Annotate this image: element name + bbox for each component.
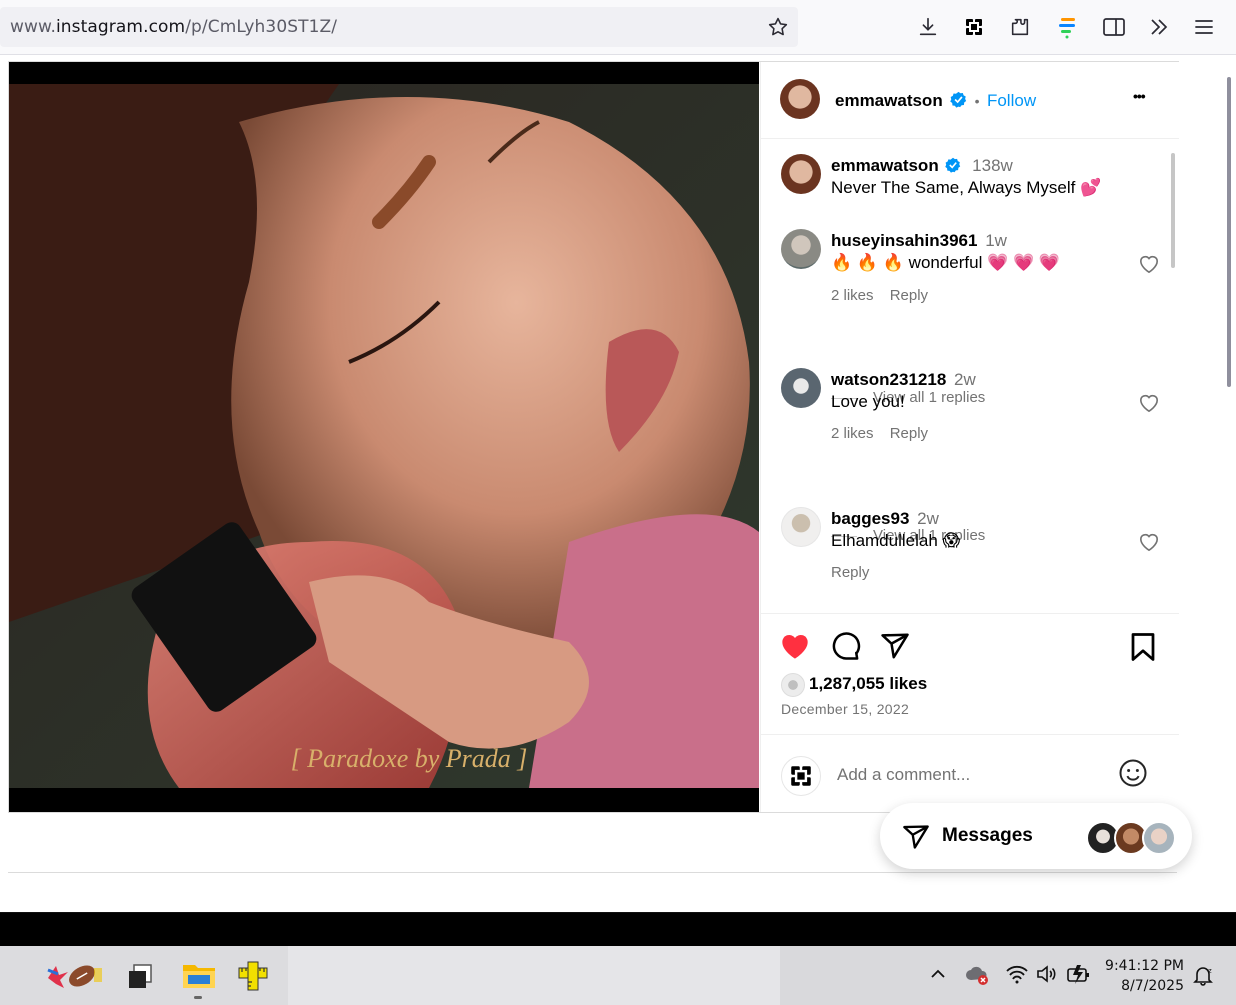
- comment-avatar[interactable]: [781, 507, 821, 547]
- comment-bubble-icon[interactable]: [830, 631, 862, 661]
- comments-scrollbar[interactable]: [1171, 153, 1175, 268]
- messages-button[interactable]: Messages: [880, 803, 1192, 869]
- notifications-bell-icon[interactable]: z: [1192, 964, 1214, 991]
- comment-time: 2w: [917, 509, 939, 528]
- follow-button[interactable]: Follow: [987, 91, 1036, 110]
- hamburger-menu-icon[interactable]: [1191, 14, 1217, 40]
- comment-like-heart-icon[interactable]: [1138, 393, 1160, 413]
- add-comment-input[interactable]: Add a comment...: [837, 765, 970, 785]
- author-username[interactable]: emmawatson: [835, 91, 943, 110]
- messages-paper-plane-icon: [903, 825, 929, 849]
- messages-label: Messages: [942, 825, 1033, 846]
- comment-likes[interactable]: 2 likes: [831, 425, 874, 442]
- verified-badge-icon: [950, 91, 967, 108]
- post-media[interactable]: [ Paradoxe by Prada ]: [9, 62, 759, 812]
- post-actions: 1,287,055 likes December 15, 2022 Add a …: [761, 613, 1179, 813]
- message-contact-avatar: [1142, 821, 1176, 855]
- extensions-puzzle-icon[interactable]: [1007, 14, 1033, 40]
- downloads-icon[interactable]: [915, 14, 941, 40]
- reply-button[interactable]: Reply: [831, 564, 869, 581]
- browser-window: www.instagram.com/p/CmLyh30ST1Z/ [Parad…: [0, 0, 1236, 913]
- comment-text: Elhamdullelah 😱: [831, 531, 961, 550]
- clock-time: 9:41:12 PM: [1105, 958, 1184, 974]
- taskbar-spacer: [288, 946, 780, 1005]
- volume-icon[interactable]: [1036, 964, 1058, 989]
- svg-text:z: z: [1208, 967, 1212, 975]
- taskbar: 9:41:12 PM 8/7/2025 z: [0, 946, 1236, 1005]
- caption-avatar[interactable]: [781, 154, 821, 194]
- save-bookmark-icon[interactable]: [1129, 632, 1157, 662]
- comment-avatar[interactable]: [781, 368, 821, 408]
- colorful-stack-icon[interactable]: [1054, 14, 1080, 40]
- page-scrollbar[interactable]: [1224, 55, 1236, 912]
- clock-date: 8/7/2025: [1121, 978, 1184, 994]
- active-app-indicator: [194, 996, 202, 999]
- emoji-smiley-icon[interactable]: [1118, 758, 1148, 788]
- address-bar[interactable]: www.instagram.com/p/CmLyh30ST1Z/: [0, 7, 798, 47]
- header-separator: •: [974, 93, 980, 109]
- comment-avatar[interactable]: [781, 229, 821, 269]
- page-scrollbar-thumb[interactable]: [1227, 77, 1231, 387]
- cloud-error-icon[interactable]: [965, 964, 991, 991]
- reply-button[interactable]: Reply: [890, 287, 928, 304]
- extension-grid-icon[interactable]: [961, 14, 987, 40]
- current-user-avatar[interactable]: [781, 756, 821, 796]
- post-header: emmawatson • Follow •••: [761, 62, 1179, 139]
- task-view-icon[interactable]: [126, 962, 154, 995]
- like-heart-icon[interactable]: [779, 631, 811, 661]
- grid-pattern-icon: [791, 766, 811, 786]
- post-side-panel: emmawatson • Follow ••• emmawatson 138w: [760, 62, 1179, 812]
- battery-charging-icon[interactable]: [1066, 963, 1092, 990]
- sidebar-toggle-icon[interactable]: [1101, 14, 1127, 40]
- author-avatar[interactable]: [780, 79, 820, 119]
- browser-toolbar: www.instagram.com/p/CmLyh30ST1Z/: [0, 0, 1236, 55]
- likes-count[interactable]: 1,287,055 likes: [809, 674, 927, 694]
- caption-time: 138w: [972, 156, 1013, 175]
- sports-widget-icon[interactable]: [44, 960, 108, 990]
- add-comment-row: Add a comment...: [761, 734, 1179, 814]
- file-explorer-icon[interactable]: [182, 960, 216, 995]
- share-paper-plane-icon[interactable]: [879, 631, 911, 661]
- wifi-icon[interactable]: [1005, 964, 1029, 989]
- comment-username[interactable]: huseyinsahin3961: [831, 231, 977, 250]
- post-container: [ Paradoxe by Prada ] emmawatson • Follo…: [8, 61, 1179, 813]
- more-options-icon[interactable]: •••: [1133, 88, 1146, 104]
- caption-text: Never The Same, Always Myself 💕: [831, 178, 1102, 197]
- ruler-tool-icon[interactable]: [237, 960, 269, 997]
- url-text[interactable]: www.instagram.com/p/CmLyh30ST1Z/: [10, 17, 337, 37]
- comments-list[interactable]: emmawatson 138w Never The Same, Always M…: [761, 139, 1179, 612]
- reply-button[interactable]: Reply: [890, 425, 928, 442]
- verified-badge-icon: [945, 157, 961, 173]
- comment-text: 🔥 🔥 🔥 wonderful 💗 💗 💗: [831, 253, 1061, 272]
- comment-likes[interactable]: 2 likes: [831, 287, 874, 304]
- caption-username[interactable]: emmawatson: [831, 156, 939, 175]
- post-photo: [ Paradoxe by Prada ]: [9, 62, 759, 812]
- chevron-up-icon[interactable]: [929, 966, 947, 987]
- comment-username[interactable]: bagges93: [831, 509, 909, 528]
- comment-like-heart-icon[interactable]: [1138, 532, 1160, 552]
- taskbar-apps: [0, 946, 288, 1005]
- comment-text: Love you!: [831, 392, 905, 411]
- bookmark-star-icon[interactable]: [765, 14, 791, 40]
- media-caption-overlay: [ Paradoxe by Prada ]: [291, 744, 528, 773]
- comment-username[interactable]: watson231218: [831, 370, 946, 389]
- liker-avatar[interactable]: [781, 673, 805, 697]
- comment-time: 2w: [954, 370, 976, 389]
- system-clock[interactable]: 9:41:12 PM 8/7/2025: [1105, 956, 1184, 996]
- comment-time: 1w: [985, 231, 1007, 250]
- comment-like-heart-icon[interactable]: [1138, 254, 1160, 274]
- overflow-chevrons-icon[interactable]: [1146, 14, 1172, 40]
- post-date: December 15, 2022: [781, 701, 910, 717]
- page-divider: [8, 872, 1177, 873]
